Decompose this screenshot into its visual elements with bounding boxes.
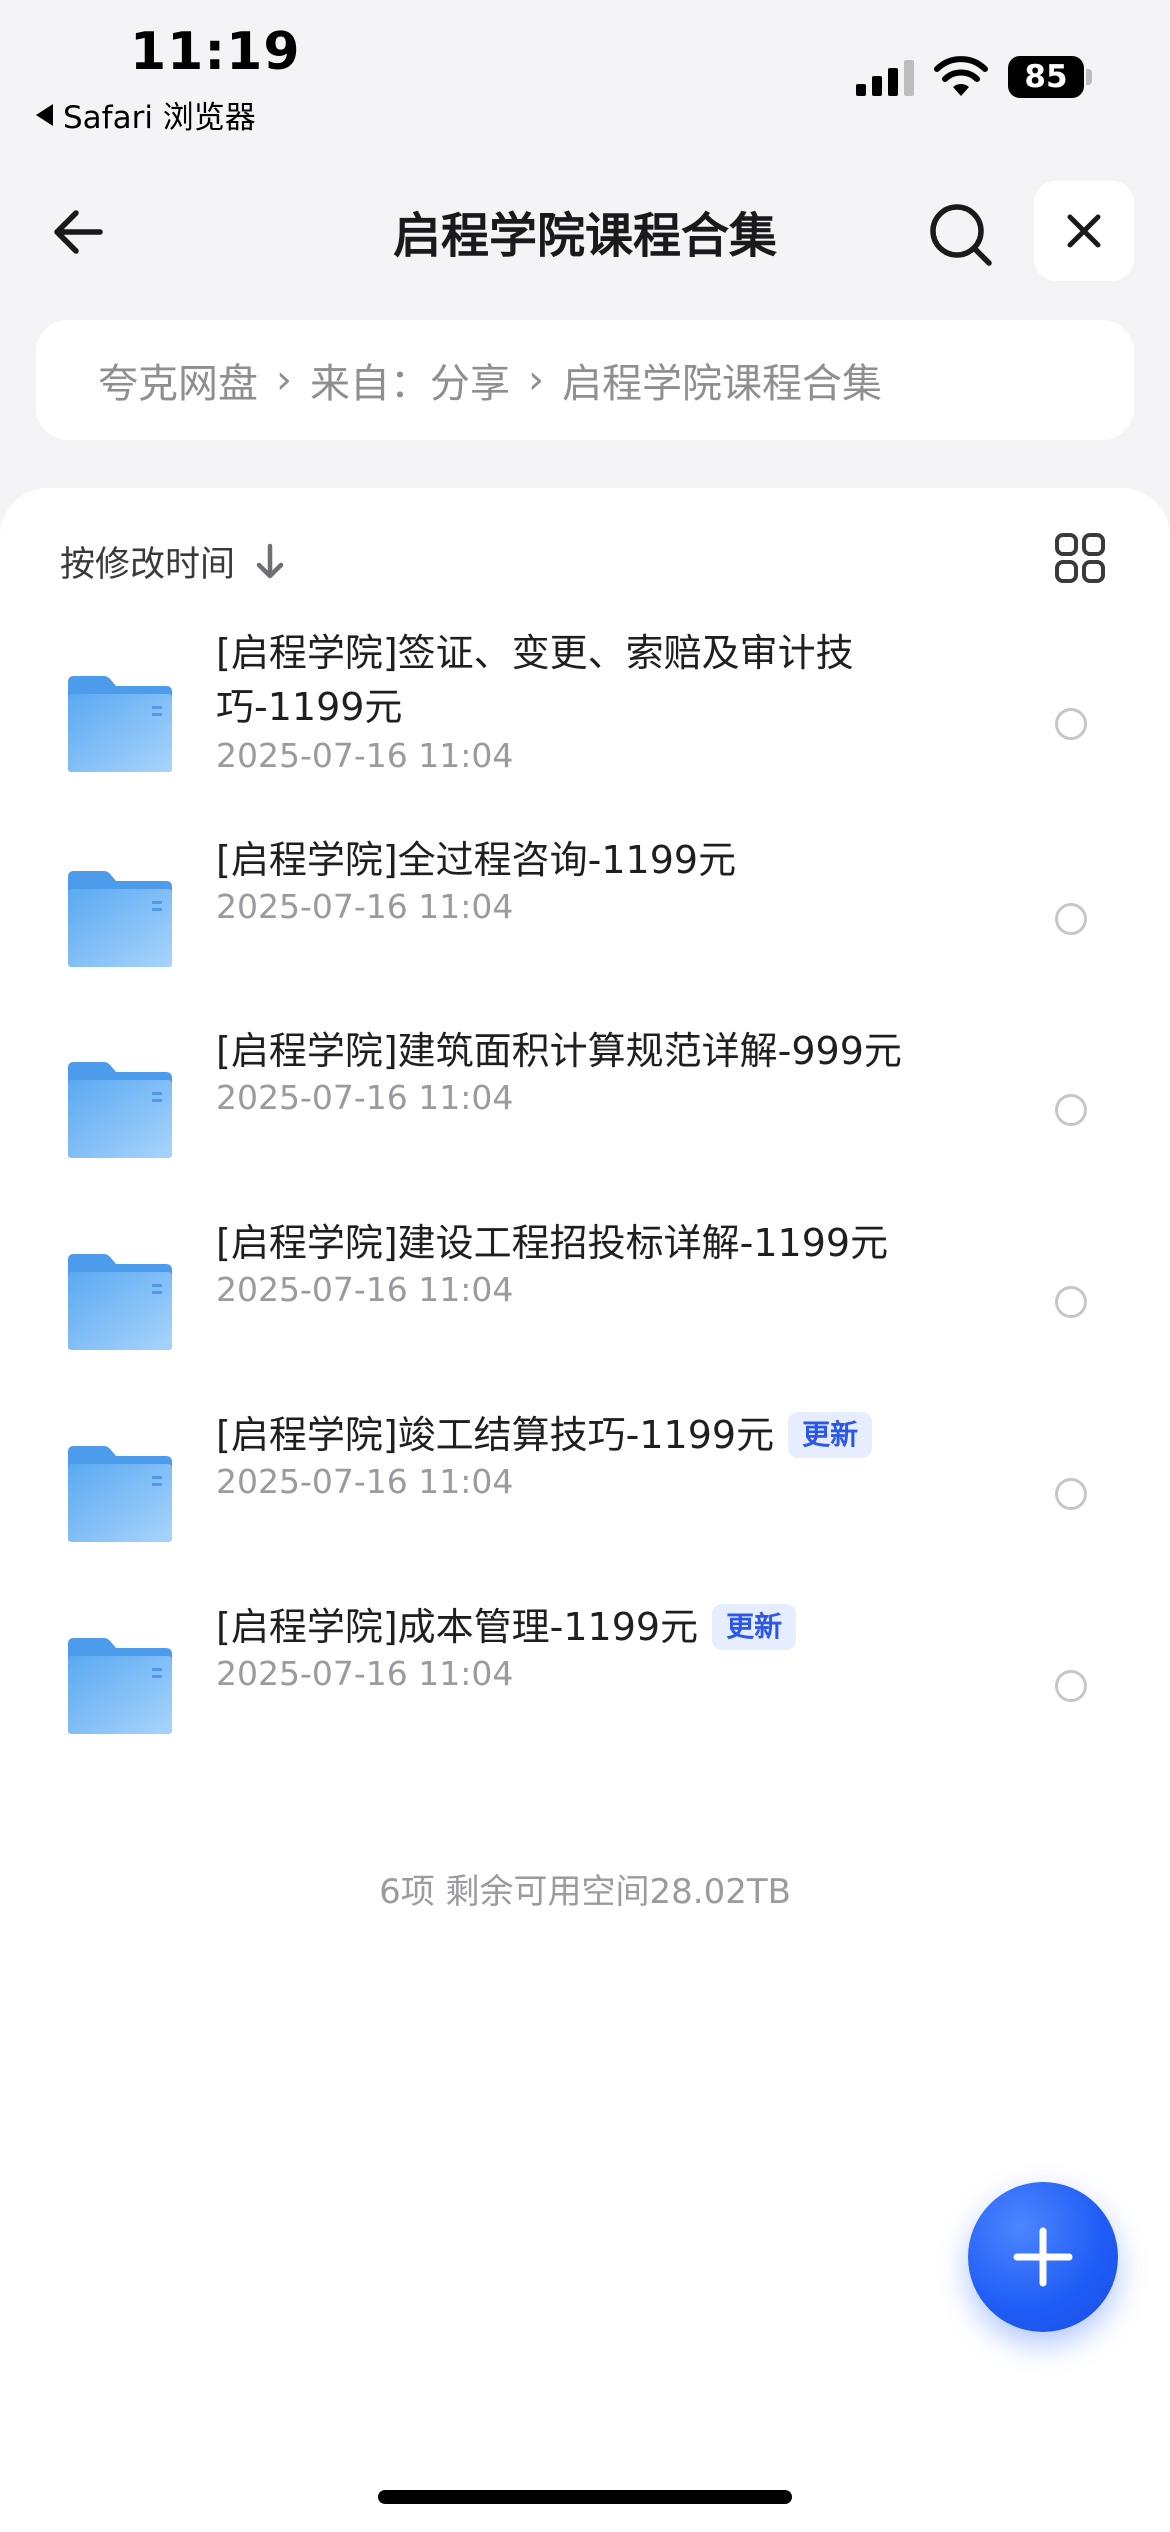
file-row[interactable]: [启程学院]成本管理-1199元 更新 2025-07-16 11:04: [0, 1604, 1170, 1778]
file-date: 2025-07-16 11:04: [216, 736, 514, 775]
cellular-signal-icon: [856, 60, 914, 96]
arrow-down-icon: [256, 543, 284, 578]
file-date: 2025-07-16 11:04: [216, 887, 514, 926]
sort-label: 按修改时间: [60, 545, 236, 585]
folder-icon: [64, 1442, 176, 1546]
battery-icon: 85: [1008, 56, 1084, 98]
breadcrumb: 夸克网盘 › 来自：分享 › 启程学院课程合集: [36, 320, 1134, 440]
breadcrumb-item-current: 启程学院课程合集: [562, 361, 882, 407]
file-date: 2025-07-16 11:04: [216, 1078, 514, 1117]
battery-cap: [1086, 69, 1092, 85]
sort-button[interactable]: 按修改时间: [60, 536, 287, 587]
select-checkbox[interactable]: [1055, 1286, 1087, 1318]
update-badge: 更新: [788, 1412, 873, 1458]
grid-view-icon[interactable]: [1054, 532, 1106, 584]
wifi-icon: [934, 56, 988, 96]
file-name-text: [启程学院]建设工程招投标详解-1199元: [216, 1221, 889, 1265]
file-row[interactable]: [启程学院]竣工结算技巧-1199元 更新 2025-07-16 11:04: [0, 1412, 1170, 1586]
file-date: 2025-07-16 11:04: [216, 1462, 514, 1501]
folder-icon: [64, 1058, 176, 1162]
breadcrumb-item-root[interactable]: 夸克网盘: [98, 351, 258, 409]
status-time: 11:19: [130, 22, 301, 82]
file-name: [启程学院]全过程咨询-1199元: [216, 833, 996, 887]
plus-icon: [1013, 2227, 1073, 2287]
back-app-label: Safari 浏览器: [63, 100, 256, 136]
close-button[interactable]: [1034, 181, 1134, 281]
chevron-right-icon: ›: [528, 357, 544, 403]
file-date: 2025-07-16 11:04: [216, 1270, 514, 1309]
folder-icon: [64, 672, 176, 776]
file-name: [启程学院]签证、变更、索赔及审计技巧-1199元: [216, 626, 996, 734]
select-checkbox[interactable]: [1055, 1094, 1087, 1126]
file-name-text: [启程学院]成本管理-1199元: [216, 1605, 699, 1649]
battery-level: 85: [1024, 59, 1068, 95]
folder-icon: [64, 1250, 176, 1354]
back-to-app-link[interactable]: Safari 浏览器: [36, 92, 256, 137]
folder-icon: [64, 867, 176, 971]
file-name: [启程学院]竣工结算技巧-1199元 更新: [216, 1408, 996, 1462]
file-name-text: [启程学院]建筑面积计算规范详解-999元: [216, 1029, 902, 1073]
file-name: [启程学院]建设工程招投标详解-1199元: [216, 1216, 996, 1270]
select-checkbox[interactable]: [1055, 903, 1087, 935]
select-checkbox[interactable]: [1055, 1670, 1087, 1702]
file-name-text: [启程学院]全过程咨询-1199元: [216, 838, 737, 882]
storage-summary: 6项 剩余可用空间28.02TB: [379, 1872, 791, 1912]
close-icon: [1067, 214, 1101, 248]
file-name: [启程学院]建筑面积计算规范详解-999元: [216, 1024, 996, 1078]
select-checkbox[interactable]: [1055, 708, 1087, 740]
file-name-text: [启程学院]竣工结算技巧-1199元: [216, 1413, 775, 1457]
breadcrumb-item-share[interactable]: 来自：分享: [310, 351, 510, 409]
folder-icon: [64, 1634, 176, 1738]
add-button[interactable]: [968, 2182, 1118, 2332]
file-name-text: [启程学院]签证、变更、索赔及审计技巧-1199元: [216, 631, 854, 729]
file-row[interactable]: [启程学院]建筑面积计算规范详解-999元 2025-07-16 11:04: [0, 1029, 1170, 1202]
file-row[interactable]: [启程学院]建设工程招投标详解-1199元 2025-07-16 11:04: [0, 1221, 1170, 1394]
select-checkbox[interactable]: [1055, 1478, 1087, 1510]
search-icon[interactable]: [926, 200, 996, 270]
file-date: 2025-07-16 11:04: [216, 1654, 514, 1693]
file-row[interactable]: [启程学院]签证、变更、索赔及审计技巧-1199元 2025-07-16 11:0…: [0, 631, 1170, 846]
file-name: [启程学院]成本管理-1199元 更新: [216, 1600, 996, 1654]
status-bar: 11:19 Safari 浏览器 85: [0, 0, 1170, 140]
file-row[interactable]: [启程学院]全过程咨询-1199元 2025-07-16 11:04: [0, 838, 1170, 1011]
home-indicator: [378, 2490, 792, 2504]
back-triangle-icon: [36, 103, 53, 126]
chevron-right-icon: ›: [276, 357, 292, 403]
update-badge: 更新: [712, 1604, 797, 1650]
